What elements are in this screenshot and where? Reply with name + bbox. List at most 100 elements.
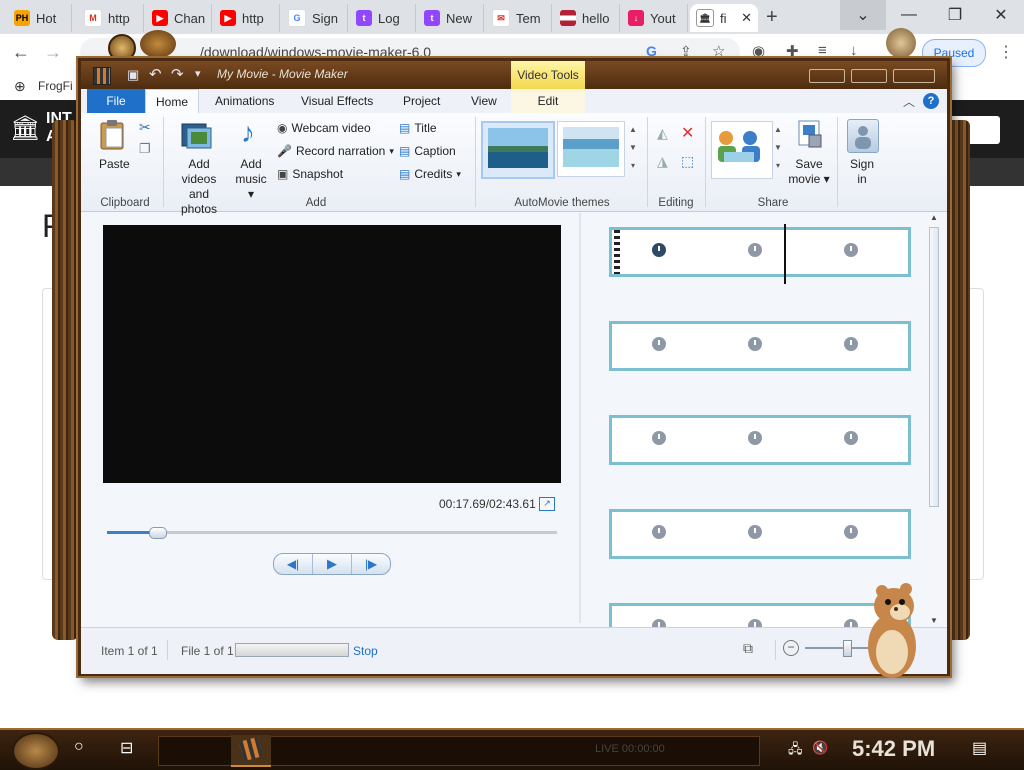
tab-edit[interactable]: Edit	[511, 89, 585, 113]
music-note-icon[interactable]: ♪	[241, 117, 255, 149]
scroll-down-icon[interactable]: ▼	[927, 616, 941, 625]
close-tab-icon[interactable]: ✕	[741, 10, 752, 26]
quick-access-dropdown-icon[interactable]: ▾	[195, 67, 201, 80]
save-icon[interactable]: ▣	[127, 67, 139, 83]
fullscreen-icon[interactable]: ↗	[539, 497, 555, 511]
minimize-icon[interactable]: —	[886, 0, 932, 30]
add-videos-icon[interactable]	[181, 119, 213, 151]
browser-tab[interactable]: ↓ Yout	[622, 4, 688, 32]
save-movie-button[interactable]: Save movie ▾	[787, 157, 831, 187]
previous-frame-icon[interactable]: ◀|	[274, 554, 313, 574]
share-gallery-scroll[interactable]: ▲ ▼ ▾	[773, 121, 783, 177]
storyboard-clip[interactable]	[609, 509, 911, 559]
search-icon[interactable]: ○	[74, 738, 84, 756]
share-gallery[interactable]	[711, 121, 773, 179]
tab-project[interactable]: Project	[393, 89, 450, 113]
movie-maker-app-icon[interactable]	[93, 67, 111, 85]
downloads-icon[interactable]: ↓	[850, 42, 858, 59]
forward-icon[interactable]: →	[44, 42, 62, 63]
webcam-video-button[interactable]: ◉ Webcam video	[277, 121, 371, 135]
restore-icon[interactable]: ❐	[932, 0, 978, 30]
browser-tab[interactable]: G Sign	[282, 4, 348, 32]
zoom-slider-thumb[interactable]	[843, 640, 852, 657]
storyboard-clip[interactable]	[609, 415, 911, 465]
tab-animations[interactable]: Animations	[205, 89, 284, 113]
taskbar-clock[interactable]: 5:42 PM	[852, 736, 935, 762]
storyboard-scrollbar[interactable]: ▲ ▼	[927, 213, 941, 625]
back-icon[interactable]: ←	[12, 42, 30, 63]
scroll-up-icon[interactable]: ▲	[927, 213, 941, 227]
storyboard-view-icon[interactable]: ⧉	[743, 640, 753, 657]
credits-button[interactable]: ▤ Credits ▾	[399, 167, 461, 181]
browser-tab[interactable]: ▶ http	[214, 4, 280, 32]
select-all-icon[interactable]: ⬚	[681, 153, 694, 170]
zoom-out-icon[interactable]: −	[783, 640, 799, 656]
scroll-thumb[interactable]	[929, 227, 939, 507]
browser-tab[interactable]: ✉ Tem	[486, 4, 552, 32]
browser-tab[interactable]: t New	[418, 4, 484, 32]
save-movie-icon[interactable]	[795, 119, 823, 149]
tab-file[interactable]: File	[87, 89, 145, 113]
play-icon[interactable]: ▶	[313, 554, 352, 574]
snapshot-button[interactable]: ▣ Snapshot	[277, 167, 343, 181]
playlist-icon[interactable]: ≡	[818, 42, 827, 59]
seek-thumb[interactable]	[148, 527, 167, 539]
storyboard-clip[interactable]	[609, 224, 911, 284]
google-lens-icon[interactable]: G	[646, 43, 657, 59]
new-tab-icon[interactable]: +	[766, 6, 778, 29]
volume-muted-icon[interactable]: 🔇	[812, 740, 828, 756]
close-window-icon[interactable]: ✕	[978, 0, 1024, 30]
add-videos-button[interactable]: Add videos and photos	[171, 157, 227, 217]
browser-tab[interactable]: M http	[78, 4, 144, 32]
ribbon-collapse-icon[interactable]: ︿	[903, 93, 915, 110]
tab-home[interactable]: Home	[145, 89, 200, 113]
movie-maker-taskbar-button[interactable]	[231, 735, 271, 767]
browser-tab[interactable]: PH Hot	[8, 4, 72, 32]
hamster-mascot[interactable]	[860, 578, 924, 682]
redo-icon[interactable]: ↷	[171, 65, 184, 83]
task-view-icon[interactable]: ⊟	[120, 738, 133, 758]
record-narration-button[interactable]: 🎤 Record narration ▾	[277, 144, 394, 158]
storyboard-clip[interactable]	[609, 321, 911, 371]
browser-tab[interactable]: t Log	[350, 4, 416, 32]
browser-tab[interactable]: hello	[554, 4, 620, 32]
clock-icon	[748, 431, 762, 445]
paste-button[interactable]: Paste	[99, 157, 130, 171]
theme-thumbnail-2[interactable]	[557, 121, 625, 177]
start-button[interactable]	[12, 732, 60, 770]
tab-label: Log	[378, 10, 400, 26]
cut-icon[interactable]: ✂	[139, 119, 151, 136]
sign-in-icon[interactable]	[847, 119, 879, 153]
paste-icon[interactable]	[97, 119, 127, 151]
video-preview[interactable]	[103, 225, 561, 483]
network-icon[interactable]: 🖧	[788, 740, 803, 762]
sign-in-button[interactable]: Sign in	[841, 157, 883, 187]
browser-tab[interactable]: ▶ Chan	[146, 4, 212, 32]
rotate-right-icon[interactable]: ◮	[657, 153, 668, 170]
seek-bar[interactable]	[107, 527, 557, 539]
menu-icon[interactable]: ⋮	[998, 42, 1014, 62]
next-frame-icon[interactable]: |▶	[352, 554, 390, 574]
help-icon[interactable]: ?	[923, 93, 939, 109]
add-music-button[interactable]: Add music ▾	[231, 157, 271, 202]
mm-close-button[interactable]	[893, 69, 935, 83]
rotate-left-icon[interactable]: ◭	[657, 125, 668, 142]
undo-icon[interactable]: ↶	[149, 65, 162, 83]
mm-maximize-button[interactable]	[851, 69, 887, 83]
caption-button[interactable]: ▤ Caption	[399, 144, 456, 158]
copy-icon[interactable]: ❐	[139, 141, 151, 157]
theme-thumbnail-1[interactable]	[481, 121, 555, 179]
theme-gallery-scroll[interactable]: ▲ ▼ ▾	[627, 121, 639, 177]
bookmark-link[interactable]: FrogFi	[38, 79, 73, 93]
archive-logo-icon[interactable]: 🏛	[10, 114, 40, 143]
tab-view[interactable]: View	[461, 89, 507, 113]
mm-minimize-button[interactable]	[809, 69, 845, 83]
stop-link[interactable]: Stop	[353, 644, 378, 658]
tab-search-icon[interactable]: ⌄	[840, 0, 886, 30]
playhead-indicator[interactable]	[784, 224, 786, 284]
title-button[interactable]: ▤ Title	[399, 121, 437, 135]
tab-visual-effects[interactable]: Visual Effects	[291, 89, 383, 113]
notifications-icon[interactable]: ▤	[972, 738, 987, 758]
remove-icon[interactable]: ✕	[681, 123, 694, 143]
browser-tab-active[interactable]: 🏛 fi ✕	[690, 4, 758, 32]
